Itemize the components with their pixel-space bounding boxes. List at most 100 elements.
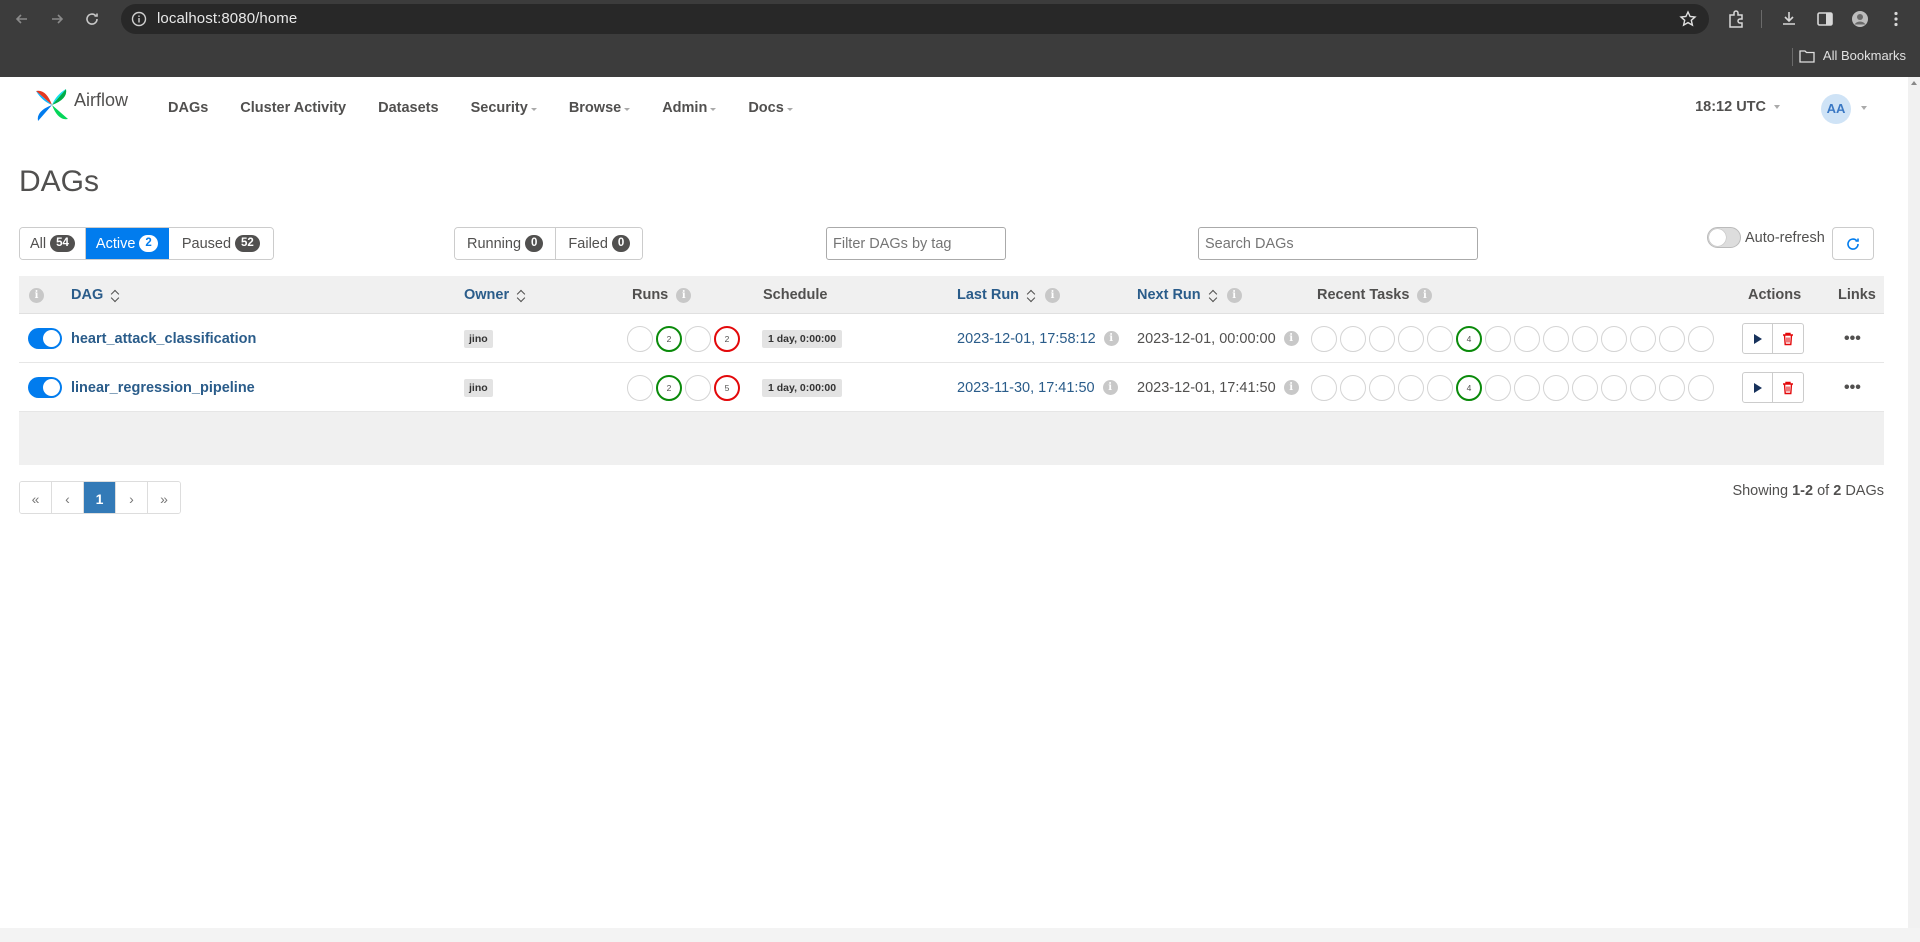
- dag-run-state-circle[interactable]: [685, 374, 711, 401]
- filter-all-button[interactable]: All 54: [20, 228, 86, 259]
- task-state-circle[interactable]: [1572, 374, 1598, 401]
- dag-run-state-circle[interactable]: [627, 374, 653, 401]
- filter-failed-button[interactable]: Failed 0: [556, 228, 643, 259]
- task-state-circle[interactable]: [1427, 374, 1453, 401]
- owner-tag[interactable]: jino: [464, 329, 493, 348]
- task-state-circle[interactable]: [1688, 325, 1714, 352]
- task-state-circle[interactable]: [1311, 325, 1337, 352]
- scroll-up-icon[interactable]: [1911, 81, 1917, 85]
- task-state-circle[interactable]: [1398, 374, 1424, 401]
- download-icon[interactable]: [1779, 9, 1799, 29]
- dag-run-state-circle[interactable]: 2: [714, 325, 740, 352]
- delete-dag-button[interactable]: [1773, 323, 1804, 354]
- task-state-circle[interactable]: [1398, 325, 1424, 352]
- bookmark-star-icon[interactable]: [1679, 10, 1697, 28]
- back-icon[interactable]: [11, 8, 33, 30]
- info-icon[interactable]: i: [676, 287, 692, 303]
- dag-pause-toggle[interactable]: [28, 328, 62, 349]
- filter-paused-button[interactable]: Paused 52: [168, 228, 273, 259]
- filter-running-button[interactable]: Running 0: [455, 228, 557, 259]
- page-next-button[interactable]: ›: [116, 482, 148, 513]
- dag-id-link[interactable]: linear_regression_pipeline: [71, 380, 255, 396]
- task-state-circle[interactable]: [1340, 325, 1366, 352]
- info-icon[interactable]: i: [1045, 287, 1061, 303]
- info-icon[interactable]: i: [1283, 380, 1299, 395]
- task-state-circle[interactable]: [1311, 374, 1337, 401]
- info-header-icon[interactable]: i: [29, 276, 44, 314]
- nav-browse-dropdown[interactable]: Browse: [553, 100, 646, 116]
- dag-pause-toggle[interactable]: [28, 377, 62, 398]
- task-state-circle[interactable]: [1688, 374, 1714, 401]
- dag-run-state-circle[interactable]: 2: [656, 374, 682, 401]
- task-state-circle[interactable]: 4: [1456, 325, 1482, 352]
- user-avatar[interactable]: AA: [1821, 94, 1851, 124]
- task-state-circle[interactable]: [1485, 325, 1511, 352]
- search-dags-input[interactable]: [1198, 227, 1478, 260]
- dag-run-state-circle[interactable]: [627, 325, 653, 352]
- task-state-circle[interactable]: [1514, 374, 1540, 401]
- forward-icon[interactable]: [46, 8, 68, 30]
- schedule-badge[interactable]: 1 day, 0:00:00: [762, 378, 843, 397]
- refresh-button[interactable]: [1832, 227, 1874, 260]
- timezone-clock-dropdown[interactable]: 18:12 UTC: [1695, 99, 1780, 115]
- dag-id-link[interactable]: heart_attack_classification: [71, 331, 256, 347]
- task-state-circle[interactable]: 4: [1456, 374, 1482, 401]
- last-run-column-header[interactable]: Last Run i: [957, 276, 1061, 314]
- more-links-icon[interactable]: •••: [1844, 379, 1861, 397]
- task-state-circle[interactable]: [1340, 374, 1366, 401]
- trigger-dag-button[interactable]: [1742, 372, 1773, 403]
- task-state-circle[interactable]: [1543, 325, 1569, 352]
- filter-active-button[interactable]: Active 2: [85, 228, 169, 259]
- task-state-circle[interactable]: [1369, 374, 1395, 401]
- nav-datasets[interactable]: Datasets: [362, 100, 454, 116]
- dag-run-state-circle[interactable]: 2: [656, 325, 682, 352]
- nav-cluster-activity[interactable]: Cluster Activity: [224, 100, 362, 116]
- dag-run-state-circle[interactable]: [685, 325, 711, 352]
- trigger-dag-button[interactable]: [1742, 323, 1773, 354]
- task-state-circle[interactable]: [1427, 325, 1453, 352]
- airflow-logo[interactable]: Airflow: [32, 85, 128, 125]
- reload-icon[interactable]: [81, 8, 103, 30]
- page-scrollbar[interactable]: [1908, 77, 1920, 928]
- task-state-circle[interactable]: [1659, 374, 1685, 401]
- task-state-circle[interactable]: [1514, 325, 1540, 352]
- page-prev-button[interactable]: ‹: [52, 482, 84, 513]
- nav-docs-dropdown[interactable]: Docs: [732, 100, 808, 116]
- task-state-circle[interactable]: [1572, 325, 1598, 352]
- task-state-circle[interactable]: [1485, 374, 1511, 401]
- nav-admin-dropdown[interactable]: Admin: [646, 100, 732, 116]
- dag-column-header[interactable]: DAG: [71, 276, 121, 314]
- task-state-circle[interactable]: [1630, 374, 1656, 401]
- page-first-button[interactable]: «: [20, 482, 52, 513]
- delete-dag-button[interactable]: [1773, 372, 1804, 403]
- info-icon[interactable]: i: [1102, 380, 1118, 395]
- auto-refresh-switch[interactable]: [1707, 227, 1741, 248]
- tag-filter-input[interactable]: [826, 227, 1006, 260]
- caret-down-icon[interactable]: [1861, 106, 1867, 110]
- task-state-circle[interactable]: [1630, 325, 1656, 352]
- address-bar[interactable]: localhost:8080/home: [121, 4, 1709, 34]
- profile-icon[interactable]: [1850, 9, 1870, 29]
- extensions-icon[interactable]: [1726, 9, 1746, 29]
- nav-security-dropdown[interactable]: Security: [455, 100, 553, 116]
- task-state-circle[interactable]: [1659, 325, 1685, 352]
- side-panel-icon[interactable]: [1815, 9, 1835, 29]
- info-icon[interactable]: i: [1103, 331, 1119, 346]
- dag-run-state-circle[interactable]: 5: [714, 374, 740, 401]
- last-run-link[interactable]: 2023-12-01, 17:58:12: [957, 331, 1096, 347]
- info-icon[interactable]: i: [1283, 331, 1299, 346]
- owner-column-header[interactable]: Owner: [464, 276, 527, 314]
- owner-tag[interactable]: jino: [464, 378, 493, 397]
- page-last-button[interactable]: »: [148, 482, 180, 513]
- task-state-circle[interactable]: [1601, 325, 1627, 352]
- site-info-icon[interactable]: [131, 11, 147, 27]
- task-state-circle[interactable]: [1369, 325, 1395, 352]
- info-icon[interactable]: i: [1226, 287, 1242, 303]
- task-state-circle[interactable]: [1543, 374, 1569, 401]
- more-links-icon[interactable]: •••: [1844, 330, 1861, 348]
- page-current-button[interactable]: 1: [84, 482, 116, 513]
- info-icon[interactable]: i: [1417, 287, 1433, 303]
- next-run-column-header[interactable]: Next Run i: [1137, 276, 1242, 314]
- menu-kebab-icon[interactable]: [1886, 9, 1906, 29]
- auto-refresh-toggle[interactable]: Auto-refresh: [1707, 227, 1825, 248]
